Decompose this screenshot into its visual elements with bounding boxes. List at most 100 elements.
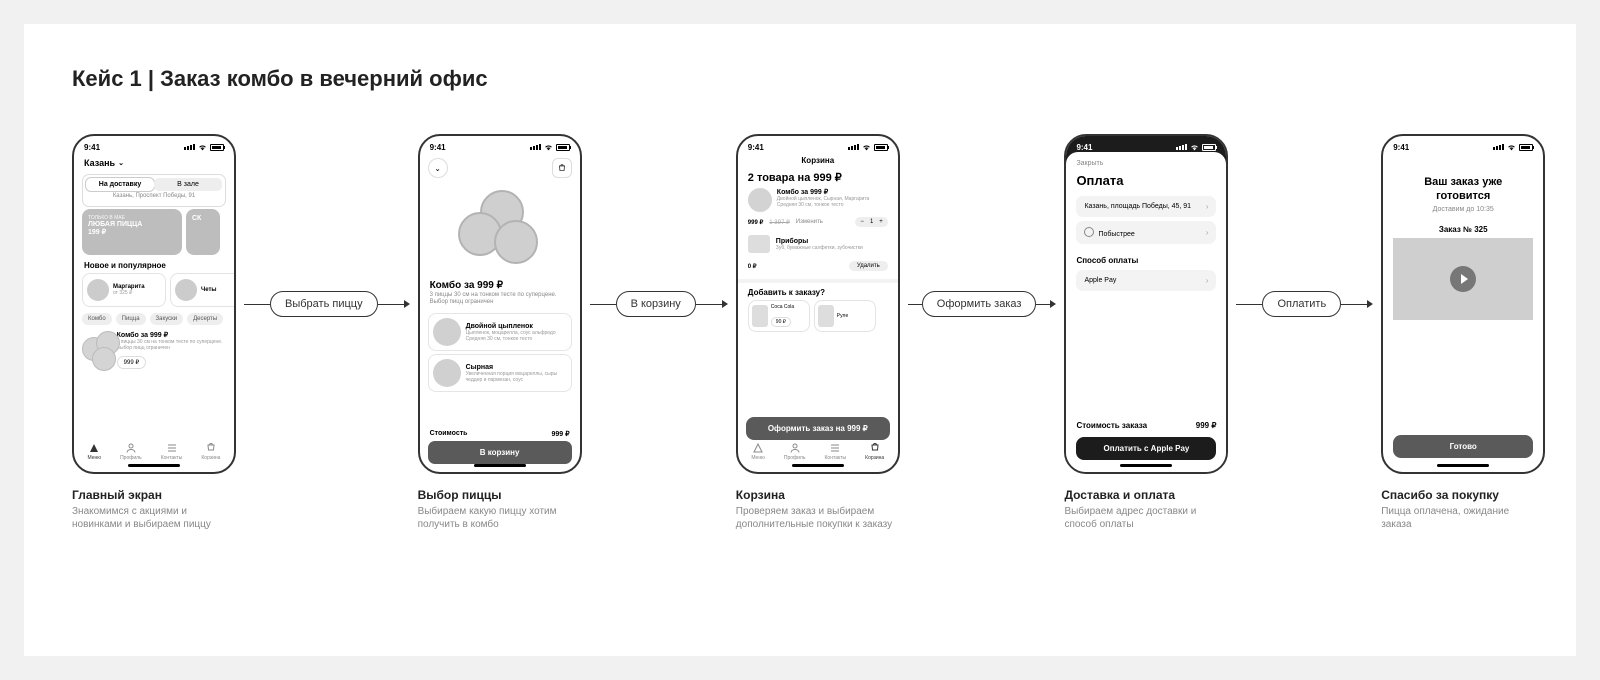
pizza-thumb (175, 279, 197, 301)
wifi-icon (544, 144, 553, 151)
pizza-thumb (433, 318, 461, 346)
remove-button[interactable]: Удалить (849, 261, 888, 271)
tab-bar: Меню Профиль Контакты Корзина (738, 439, 898, 464)
time-row[interactable]: Побыстрее› (1076, 221, 1216, 244)
arrow-icon (1367, 300, 1373, 308)
screen-product: 9:41 ⌄ (418, 134, 582, 474)
category-chip[interactable]: Комбо (82, 313, 112, 325)
payment-method-header: Способ оплаты (1076, 248, 1216, 270)
order-number: Заказ № 325 (1383, 223, 1543, 238)
close-button[interactable]: Закрыть (1076, 160, 1216, 167)
tab-cart[interactable]: Корзина (865, 442, 884, 461)
cart-summary: 2 товара на 999 ₽ (738, 169, 898, 188)
flow-step-label: Оплатить (1262, 291, 1341, 317)
screen-label-title: Главный экран (72, 488, 232, 502)
tab-contacts[interactable]: Контакты (825, 442, 847, 461)
utensils-image (748, 235, 770, 253)
arrow-icon (404, 300, 410, 308)
status-bar: 9:41 (74, 136, 234, 154)
combo-price-button[interactable]: 999 ₽ (117, 356, 147, 369)
pizza-thumb (433, 359, 461, 387)
pay-button[interactable]: Оплатить с Apple Pay (1076, 437, 1216, 460)
back-button[interactable]: ⌄ (428, 158, 448, 178)
signal-icon (530, 144, 541, 150)
payment-header: Оплата (1076, 167, 1216, 196)
screen-cart: 9:41 Корзина 2 товара на 999 ₽ Комбо за … (736, 134, 900, 474)
combo-hero-image (458, 190, 542, 270)
combo-title: Комбо за 999 ₽ (117, 331, 226, 339)
tab-bar: Меню Профиль Контакты Корзина (74, 439, 234, 464)
segment-dinein[interactable]: В зале (154, 178, 222, 191)
minus-icon[interactable]: − (860, 219, 864, 225)
arrow-icon (722, 300, 728, 308)
add-to-cart-button[interactable]: В корзину (428, 441, 572, 464)
chevron-right-icon: › (1206, 276, 1209, 285)
arrow-icon (1050, 300, 1056, 308)
battery-icon (874, 144, 888, 151)
promo-banner[interactable]: ТОЛЬКО В МАЕ ЛЮБАЯ ПИЦЦА 199 ₽ (82, 209, 182, 255)
play-icon[interactable] (1450, 266, 1476, 292)
coke-icon (752, 305, 768, 327)
screen-label-title: Выбор пиццы (418, 488, 578, 502)
segment-delivery[interactable]: На доставку (86, 178, 154, 191)
wifi-icon (1507, 144, 1516, 151)
cart-header: Корзина (738, 154, 898, 169)
battery-icon (210, 144, 224, 151)
upsell-header: Добавить к заказу? (738, 283, 898, 300)
flow-step-label: Выбрать пиццу (270, 291, 378, 317)
case-title: Кейс 1 | Заказ комбо в вечерний офис (72, 66, 488, 92)
category-chip[interactable]: Закуски (150, 313, 184, 325)
promo-banner-partial[interactable]: СК (186, 209, 220, 255)
chevron-down-icon: ⌄ (434, 164, 441, 173)
section-header: Новое и популярное (74, 255, 234, 273)
screen-label-title: Корзина (736, 488, 896, 502)
product-card-partial[interactable]: Четы (170, 273, 236, 307)
upsell-card-partial[interactable]: Руле (814, 300, 876, 332)
tab-profile[interactable]: Профиль (120, 442, 142, 461)
payment-method-row[interactable]: Apple Pay› (1076, 270, 1216, 291)
product-card[interactable]: Маргаритаот 325 ₽ (82, 273, 166, 307)
upsell-card[interactable]: Coca Cola90 ₽ (748, 300, 810, 332)
combo-image (82, 331, 111, 373)
done-button[interactable]: Готово (1393, 435, 1533, 458)
address-row[interactable]: Казань, площадь Победы, 45, 91› (1076, 196, 1216, 217)
category-chip[interactable]: Десерты (187, 313, 223, 325)
screen-label-sub: Выбираем адрес доставки и способ оплаты (1064, 505, 1224, 531)
flow-connector: Оформить заказ (908, 291, 1057, 317)
category-chip[interactable]: Пицца (116, 313, 146, 325)
product-desc: 3 пиццы 30 см на тонком тесте по суперце… (420, 291, 580, 310)
tab-contacts[interactable]: Контакты (161, 442, 183, 461)
plus-icon[interactable]: + (879, 219, 883, 225)
chevron-down-icon: ⌄ (118, 159, 124, 167)
edit-item-link[interactable]: Изменить (796, 219, 823, 225)
screen-label-sub: Выбираем какую пиццу хотим получить в ко… (418, 505, 578, 531)
flow-row: 9:41 Казань⌄ На доставку В зале (72, 134, 1545, 531)
flow-connector: В корзину (590, 291, 728, 317)
city-selector[interactable]: Казань⌄ (74, 154, 234, 172)
pizza-option[interactable]: СырнаяУвеличенная порция моцареллы, сыры… (428, 354, 572, 392)
product-name: Комбо за 999 ₽ (420, 278, 580, 291)
chevron-right-icon: › (1206, 202, 1209, 211)
quantity-stepper[interactable]: − 1 + (855, 217, 887, 227)
battery-icon (1202, 144, 1216, 151)
tab-menu[interactable]: Меню (88, 442, 102, 461)
status-bar: 9:41 (1383, 136, 1543, 154)
pizza-option[interactable]: Двойной цыпленокЦыпленок, моцарелла, соу… (428, 313, 572, 351)
screen-label-sub: Проверяем заказ и выбираем дополнительны… (736, 505, 896, 531)
signal-icon (184, 144, 195, 150)
screen-label-sub: Пицца оплачена, ожидание заказа (1381, 505, 1541, 531)
screen-success: 9:41 Ваш заказ уже готовится Доставим до… (1381, 134, 1545, 474)
battery-icon (556, 144, 570, 151)
tab-profile[interactable]: Профиль (784, 442, 806, 461)
roll-icon (818, 305, 834, 327)
checkout-button[interactable]: Оформить заказ на 999 ₽ (746, 417, 890, 440)
flow-step-label: Оформить заказ (922, 291, 1037, 317)
cart-mini-button[interactable] (552, 158, 572, 178)
tab-cart[interactable]: Корзина (201, 442, 220, 461)
signal-icon (1176, 144, 1187, 150)
tab-menu[interactable]: Меню (751, 442, 765, 461)
screen-payment: 9:41 Закрыть Оплата Казань, площадь Побе… (1064, 134, 1228, 474)
delivery-address[interactable]: Казань, Проспект Победы, 91 (86, 191, 222, 203)
video-placeholder[interactable] (1393, 238, 1533, 320)
wifi-icon (198, 144, 207, 151)
